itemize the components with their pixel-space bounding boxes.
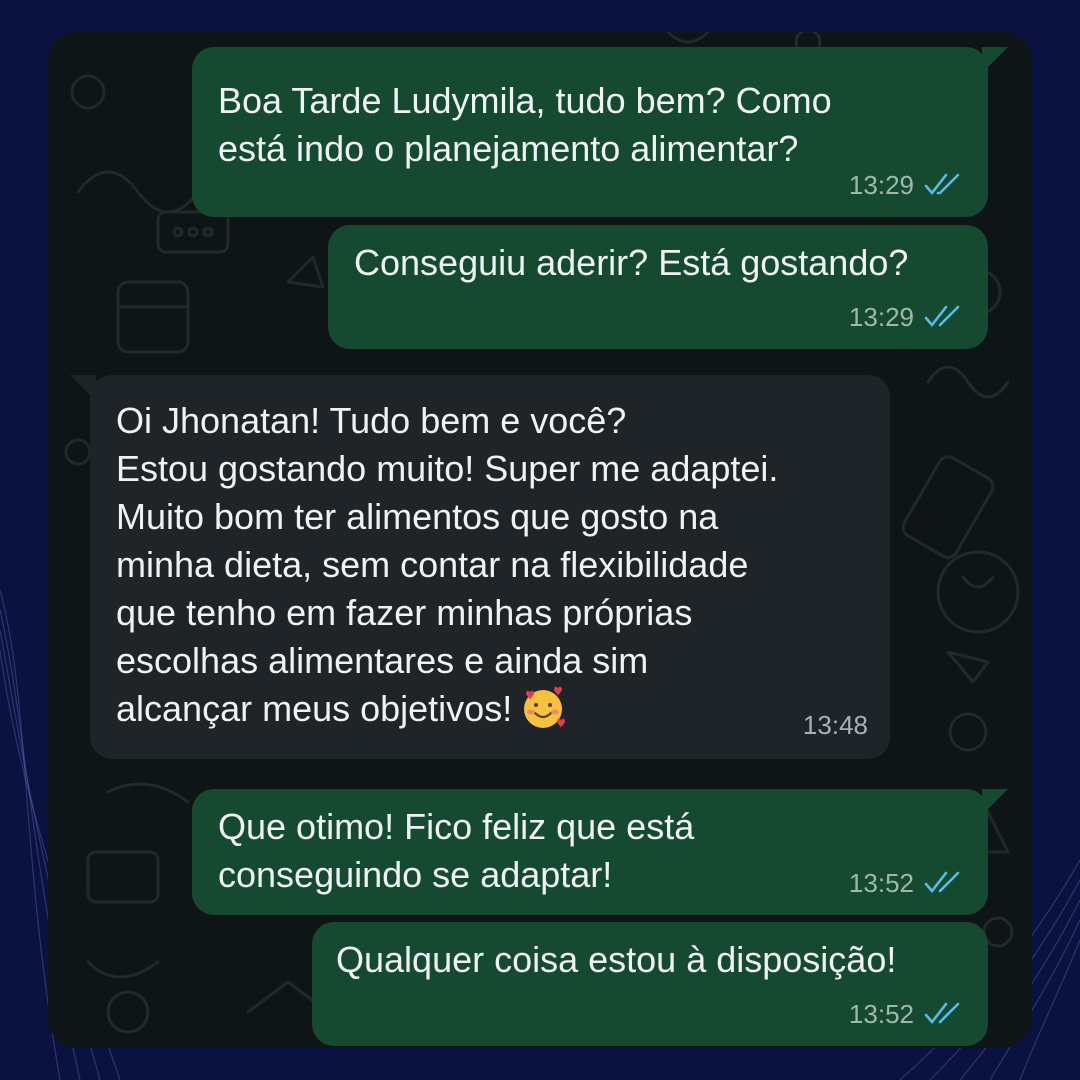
message-time: 13:52 xyxy=(848,999,914,1029)
bubble-tail xyxy=(982,47,1008,73)
message-text: Conseguiu aderir? Está gostando? xyxy=(354,242,909,283)
message-bubble-outgoing[interactable]: Que otimo! Fico feliz que está conseguin… xyxy=(192,789,1008,915)
message-meta: 13:48 xyxy=(803,701,868,749)
chat-panel: Boa Tarde Ludymila, tudo bem? Como está … xyxy=(48,32,1032,1048)
bubble-tail xyxy=(982,789,1008,815)
message-time: 13:52 xyxy=(848,868,914,898)
message-text-body: Oi Jhonatan! Tudo bem e você? Estou gost… xyxy=(116,400,779,729)
message-text: Que otimo! Fico feliz que está conseguin… xyxy=(218,806,695,895)
double-check-read-icon xyxy=(924,305,960,328)
message-meta: 13:52 xyxy=(849,859,962,907)
bubble-tail xyxy=(70,375,96,401)
double-check-read-icon xyxy=(924,871,960,894)
smiling-face-with-hearts-icon xyxy=(524,686,566,728)
message-text: Qualquer coisa estou à disposição! xyxy=(336,939,897,980)
message-time: 13:29 xyxy=(848,170,914,200)
message-bubble-outgoing[interactable]: Qualquer coisa estou à disposição! 13:52 xyxy=(312,922,988,1046)
message-bubble-outgoing[interactable]: Conseguiu aderir? Está gostando? 13:29 xyxy=(328,225,988,349)
message-bubble-outgoing[interactable]: Boa Tarde Ludymila, tudo bem? Como está … xyxy=(192,47,1008,217)
message-bubble-incoming[interactable]: Oi Jhonatan! Tudo bem e você? Estou gost… xyxy=(70,375,890,759)
message-time: 13:48 xyxy=(802,710,868,740)
double-check-read-icon xyxy=(924,1002,960,1025)
message-meta: 13:52 xyxy=(849,990,962,1038)
double-check-read-icon xyxy=(924,173,960,196)
message-text: Boa Tarde Ludymila, tudo bem? Como está … xyxy=(218,80,832,169)
message-meta: 13:29 xyxy=(849,293,962,341)
message-meta: 13:29 xyxy=(849,161,962,209)
message-text: Oi Jhonatan! Tudo bem e você? Estou gost… xyxy=(116,397,778,733)
message-time: 13:29 xyxy=(848,302,914,332)
